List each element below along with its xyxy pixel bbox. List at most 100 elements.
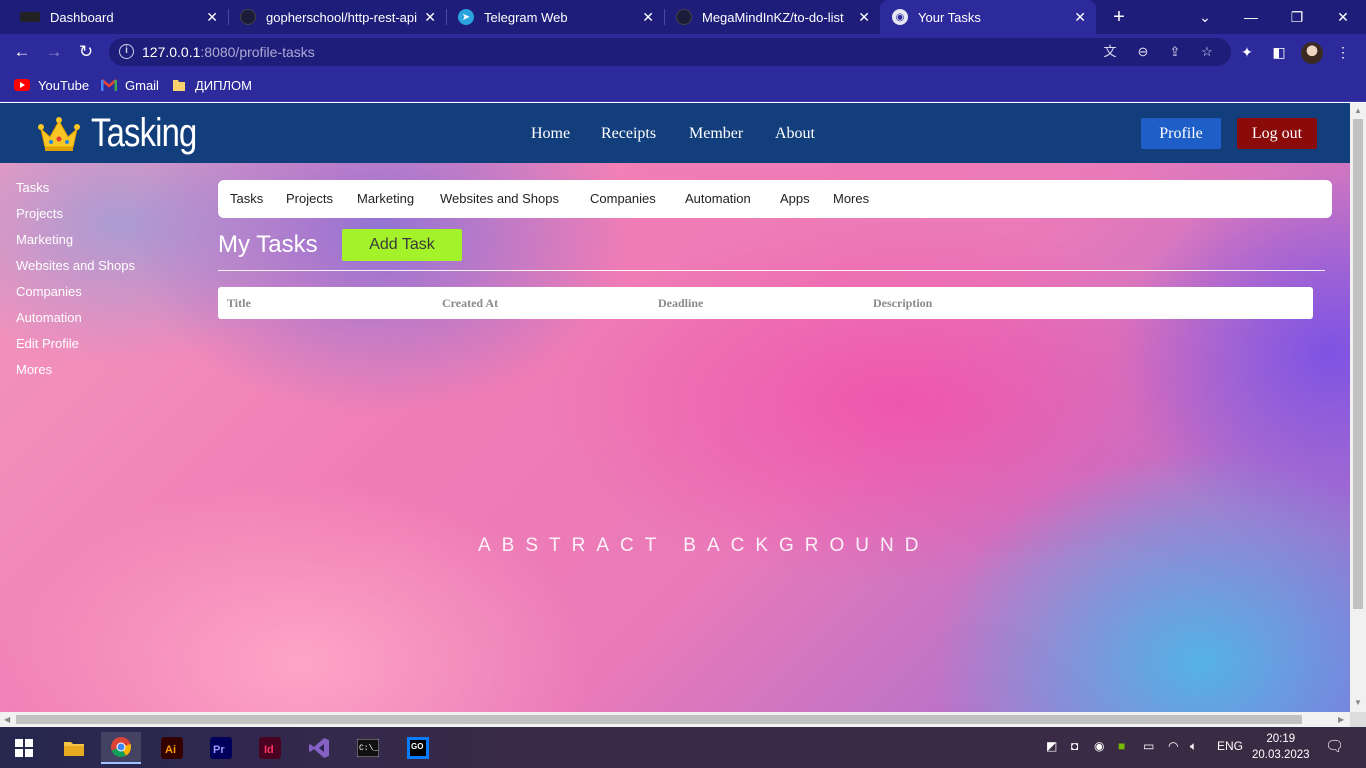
scroll-up-icon[interactable]: ▲ (1354, 106, 1362, 115)
notifications-icon[interactable]: 🗨︎ (1325, 737, 1344, 755)
tab-websites[interactable]: Websites and Shops (440, 191, 559, 206)
dashboard-favicon (20, 12, 40, 22)
tab-apps[interactable]: Apps (780, 191, 810, 206)
wifi-icon[interactable]: ◠ (1168, 739, 1178, 753)
indesign-icon[interactable]: Id (250, 732, 290, 764)
translate-icon[interactable]: 文 (1101, 43, 1119, 61)
avatar[interactable] (1301, 42, 1323, 64)
svg-text:Id: Id (264, 744, 274, 756)
tab-dashboard[interactable]: Dashboard ✕ (8, 0, 229, 34)
clock-date: 20.03.2023 (1252, 749, 1310, 761)
extensions-icon[interactable]: ✦ (1237, 42, 1257, 62)
bookmarks-bar: YouTube Gmail ДИПЛОМ (0, 70, 1366, 102)
battery-icon[interactable]: ▭ (1143, 739, 1154, 753)
close-icon[interactable]: ✕ (1074, 9, 1086, 26)
scroll-down-icon[interactable]: ▼ (1354, 698, 1362, 707)
tab-todolist[interactable]: MegaMindInKZ/to-do-list ✕ (664, 0, 880, 34)
tab-title: gopherschool/http-rest-api (266, 9, 418, 25)
scrollbar-thumb[interactable] (16, 715, 1302, 724)
tab-mores[interactable]: Mores (833, 191, 869, 206)
bookmark-diplom[interactable]: ДИПЛОМ (171, 77, 252, 93)
tab-your-tasks[interactable]: ◉ Your Tasks ✕ (880, 0, 1096, 34)
bookmark-gmail[interactable]: Gmail (101, 77, 159, 93)
restore-icon[interactable]: ❐ (1285, 6, 1309, 28)
language-indicator[interactable]: ENG (1217, 739, 1243, 753)
sidebar-item-projects[interactable]: Projects (16, 206, 63, 221)
tab-telegram[interactable]: ➤ Telegram Web ✕ (446, 0, 665, 34)
github-favicon (240, 9, 256, 25)
tab-search-icon[interactable]: ⌄ (1193, 6, 1217, 28)
sidebar-item-companies[interactable]: Companies (16, 284, 82, 299)
tab-gopherschool[interactable]: gopherschool/http-rest-api ✕ (228, 0, 447, 34)
premiere-icon[interactable]: Pr (201, 732, 241, 764)
menu-icon[interactable]: ⋮ (1333, 42, 1353, 62)
nav-home[interactable]: Home (531, 125, 570, 143)
svg-text:Pr: Pr (213, 744, 225, 756)
taskbar: Ai Pr Id C:\_ GO ◩ ◘ ◉ ■ ▭ ◠ 🔈︎ ENG 20:1… (0, 727, 1366, 768)
volume-icon[interactable]: 🔈︎ (1190, 739, 1197, 754)
sidebar-item-automation[interactable]: Automation (16, 310, 82, 325)
site-info-icon[interactable]: i (119, 44, 134, 59)
zoom-icon[interactable]: ⊖ (1134, 43, 1152, 61)
tab-marketing[interactable]: Marketing (357, 191, 414, 206)
column-title[interactable]: Title (227, 296, 251, 311)
folder-icon (171, 77, 187, 93)
url-text[interactable]: 127.0.0.1:8080/profile-tasks (142, 44, 315, 60)
address-bar[interactable]: i 127.0.0.1:8080/profile-tasks 文 ⊖ ⇪ ☆ (109, 38, 1231, 66)
tab-automation[interactable]: Automation (685, 191, 751, 206)
chrome-icon[interactable] (101, 732, 141, 764)
nav-member[interactable]: Member (689, 125, 743, 143)
tab-companies[interactable]: Companies (590, 191, 656, 206)
sidebar-item-tasks[interactable]: Tasks (16, 180, 49, 195)
column-created-at[interactable]: Created At (442, 296, 498, 311)
visual-studio-icon[interactable] (299, 732, 339, 764)
steam-icon[interactable]: ◉ (1094, 739, 1104, 753)
new-tab-button[interactable]: + (1108, 6, 1130, 28)
clock[interactable]: 20:19 20.03.2023 (1252, 731, 1310, 763)
file-explorer-icon[interactable] (54, 732, 94, 764)
horizontal-scrollbar[interactable]: ◀ ▶ (0, 712, 1350, 727)
sidebar-item-edit-profile[interactable]: Edit Profile (16, 336, 79, 351)
goland-icon[interactable]: GO (398, 732, 438, 764)
tray-d-icon[interactable]: ◘ (1071, 739, 1078, 753)
category-nav: Tasks Projects Marketing Websites and Sh… (218, 180, 1332, 218)
windows-start-icon[interactable] (4, 732, 44, 764)
minimize-icon[interactable]: — (1239, 6, 1263, 28)
youtube-icon (14, 77, 30, 93)
back-icon[interactable]: ← (10, 41, 34, 63)
sidebar-item-marketing[interactable]: Marketing (16, 232, 73, 247)
nvidia-icon[interactable]: ■ (1118, 739, 1125, 753)
reload-icon[interactable]: ↻ (74, 41, 98, 63)
tray-app-icon[interactable]: ◩ (1046, 739, 1057, 753)
close-icon[interactable]: ✕ (424, 9, 436, 26)
logout-button[interactable]: Log out (1237, 118, 1317, 149)
terminal-icon[interactable]: C:\_ (348, 732, 388, 764)
column-deadline[interactable]: Deadline (658, 296, 703, 311)
tab-projects[interactable]: Projects (286, 191, 333, 206)
sidebar-item-mores[interactable]: Mores (16, 362, 52, 377)
bookmark-youtube[interactable]: YouTube (14, 77, 89, 93)
profile-button[interactable]: Profile (1141, 118, 1221, 149)
close-icon[interactable]: ✕ (206, 9, 218, 26)
site-header: Tasking Home Receipts Member About Profi… (0, 103, 1350, 163)
close-icon[interactable]: ✕ (642, 9, 654, 26)
window-close-icon[interactable]: ✕ (1331, 6, 1355, 28)
column-description[interactable]: Description (873, 296, 932, 311)
illustrator-icon[interactable]: Ai (152, 732, 192, 764)
bookmark-star-icon[interactable]: ☆ (1198, 43, 1216, 61)
sidebar-item-websites[interactable]: Websites and Shops (16, 258, 135, 273)
side-panel-icon[interactable]: ◧ (1269, 42, 1289, 62)
share-icon[interactable]: ⇪ (1166, 43, 1184, 61)
forward-icon[interactable]: → (42, 41, 66, 63)
scroll-left-icon[interactable]: ◀ (4, 715, 10, 724)
close-icon[interactable]: ✕ (858, 9, 870, 26)
scrollbar-thumb[interactable] (1353, 119, 1363, 609)
site-logo[interactable]: Tasking (37, 111, 220, 156)
scroll-right-icon[interactable]: ▶ (1338, 715, 1344, 724)
tasks-table-header: Title Created At Deadline Description (218, 287, 1313, 319)
tab-tasks[interactable]: Tasks (230, 191, 263, 206)
vertical-scrollbar[interactable]: ▲ ▼ (1350, 103, 1366, 712)
nav-about[interactable]: About (775, 125, 815, 143)
add-task-button[interactable]: Add Task (342, 229, 462, 261)
nav-receipts[interactable]: Receipts (601, 125, 656, 143)
